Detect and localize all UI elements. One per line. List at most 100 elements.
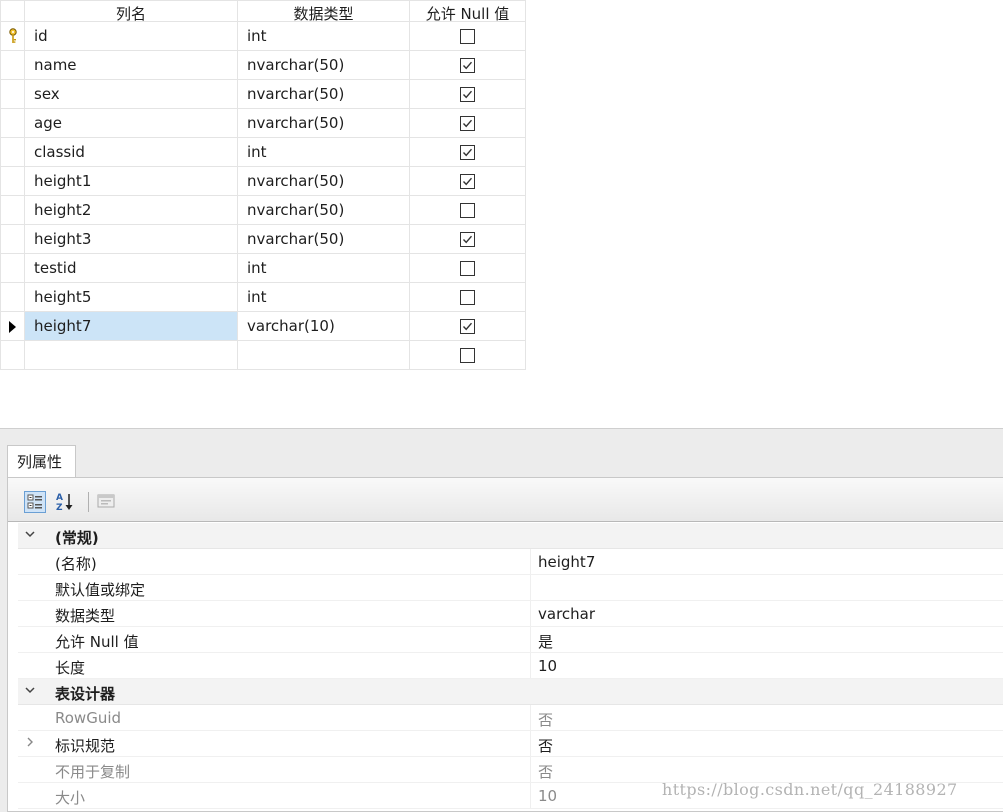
allow-null-cell	[409, 224, 526, 254]
table-row[interactable]: classid int	[0, 137, 526, 167]
allow-null-checkbox[interactable]	[460, 174, 475, 189]
row-selector[interactable]	[0, 137, 25, 167]
data-type-cell[interactable]: nvarchar(50)	[237, 108, 410, 138]
column-divider	[530, 653, 531, 678]
column-name-cell[interactable]: age	[24, 108, 238, 138]
property-value[interactable]: varchar	[538, 605, 595, 623]
categorized-view-icon[interactable]	[24, 491, 46, 513]
table-row[interactable]: height2 nvarchar(50)	[0, 195, 526, 225]
table-row[interactable]: height7 varchar(10)	[0, 311, 526, 341]
allow-null-checkbox[interactable]	[460, 58, 475, 73]
table-row[interactable]: name nvarchar(50)	[0, 50, 526, 80]
column-name-cell[interactable]: id	[24, 21, 238, 51]
column-divider	[530, 627, 531, 652]
row-selector[interactable]	[0, 340, 25, 370]
property-row[interactable]: 长度 10	[18, 653, 1003, 679]
column-name-cell[interactable]: height1	[24, 166, 238, 196]
table-row[interactable]: id int	[0, 21, 526, 51]
table-row[interactable]: height5 int	[0, 282, 526, 312]
property-row[interactable]: 默认值或绑定	[18, 575, 1003, 601]
data-type-cell[interactable]	[237, 340, 410, 370]
table-row[interactable]: height1 nvarchar(50)	[0, 166, 526, 196]
column-name-cell[interactable]: height3	[24, 224, 238, 254]
property-row[interactable]: 允许 Null 值 是	[18, 627, 1003, 653]
data-type-cell[interactable]: int	[237, 21, 410, 51]
property-row[interactable]: RowGuid 否	[18, 705, 1003, 731]
allow-null-checkbox[interactable]	[460, 232, 475, 247]
property-name: 标识规范	[55, 737, 116, 755]
column-name-cell[interactable]: sex	[24, 79, 238, 109]
column-name-cell[interactable]	[24, 340, 238, 370]
row-selector[interactable]	[0, 50, 25, 80]
allow-null-cell	[409, 282, 526, 312]
property-name: 默认值或绑定	[55, 581, 146, 599]
allow-null-checkbox[interactable]	[460, 87, 475, 102]
property-value[interactable]: 是	[538, 631, 553, 652]
row-selector[interactable]	[0, 253, 25, 283]
row-selector[interactable]	[0, 79, 25, 109]
column-name-cell[interactable]: height5	[24, 282, 238, 312]
property-name: (名称)	[55, 555, 97, 573]
data-type-cell[interactable]: int	[237, 253, 410, 283]
property-name: 长度	[55, 659, 86, 677]
row-selector[interactable]	[0, 108, 25, 138]
data-type-cell[interactable]: varchar(10)	[237, 311, 410, 341]
allow-null-cell	[409, 311, 526, 341]
data-type-cell[interactable]: nvarchar(50)	[237, 224, 410, 254]
property-category[interactable]: 表设计器	[18, 679, 1003, 705]
primary-key-icon	[8, 28, 18, 48]
column-name-cell[interactable]: classid	[24, 137, 238, 167]
table-row[interactable]: sex nvarchar(50)	[0, 79, 526, 109]
data-type-cell[interactable]: nvarchar(50)	[237, 50, 410, 80]
chevron-down-icon[interactable]	[24, 528, 36, 543]
row-selector[interactable]	[0, 21, 25, 51]
data-type-cell[interactable]: nvarchar(50)	[237, 195, 410, 225]
allow-null-checkbox[interactable]	[460, 261, 475, 276]
tab-column-properties[interactable]: 列属性	[7, 445, 76, 478]
chevron-down-icon[interactable]	[24, 684, 36, 699]
table-row[interactable]: age nvarchar(50)	[0, 108, 526, 138]
property-row[interactable]: (名称) height7	[18, 549, 1003, 575]
column-divider	[530, 731, 531, 756]
allow-null-cell	[409, 195, 526, 225]
column-name-cell[interactable]: height2	[24, 195, 238, 225]
property-value[interactable]: 10	[538, 787, 557, 805]
property-category[interactable]: (常规)	[18, 523, 1003, 549]
allow-null-checkbox[interactable]	[460, 116, 475, 131]
property-pages-icon	[96, 491, 118, 513]
column-divider	[530, 783, 531, 808]
data-type-cell[interactable]: int	[237, 282, 410, 312]
allow-null-checkbox[interactable]	[460, 348, 475, 363]
property-value[interactable]: 否	[538, 709, 553, 730]
column-name-cell[interactable]: name	[24, 50, 238, 80]
column-table: 列名 数据类型 允许 Null 值 id int name nvarchar(50) s…	[0, 0, 526, 370]
property-name: 允许 Null 值	[55, 633, 139, 651]
allow-null-checkbox[interactable]	[460, 290, 475, 305]
row-selector[interactable]	[0, 282, 25, 312]
column-name-cell[interactable]: testid	[24, 253, 238, 283]
column-divider	[530, 757, 531, 782]
data-type-cell[interactable]: nvarchar(50)	[237, 79, 410, 109]
allow-null-checkbox[interactable]	[460, 319, 475, 334]
row-selector[interactable]	[0, 195, 25, 225]
data-type-cell[interactable]: nvarchar(50)	[237, 166, 410, 196]
row-selector[interactable]	[0, 166, 25, 196]
sort-az-icon[interactable]: A Z	[54, 491, 76, 513]
table-row[interactable]: height3 nvarchar(50)	[0, 224, 526, 254]
property-row[interactable]: 数据类型 varchar	[18, 601, 1003, 627]
property-value[interactable]: 10	[538, 657, 557, 675]
row-selector[interactable]	[0, 311, 25, 341]
allow-null-checkbox[interactable]	[460, 145, 475, 160]
row-selector[interactable]	[0, 224, 25, 254]
table-row[interactable]: testid int	[0, 253, 526, 283]
property-value[interactable]: 否	[538, 735, 553, 756]
allow-null-checkbox[interactable]	[460, 29, 475, 44]
property-value[interactable]: 否	[538, 761, 553, 782]
chevron-right-icon[interactable]	[24, 736, 36, 751]
property-row[interactable]: 标识规范 否	[18, 731, 1003, 757]
data-type-cell[interactable]: int	[237, 137, 410, 167]
property-value[interactable]: height7	[538, 553, 595, 571]
column-name-cell[interactable]: height7	[24, 311, 238, 341]
allow-null-checkbox[interactable]	[460, 203, 475, 218]
table-row[interactable]	[0, 340, 526, 370]
